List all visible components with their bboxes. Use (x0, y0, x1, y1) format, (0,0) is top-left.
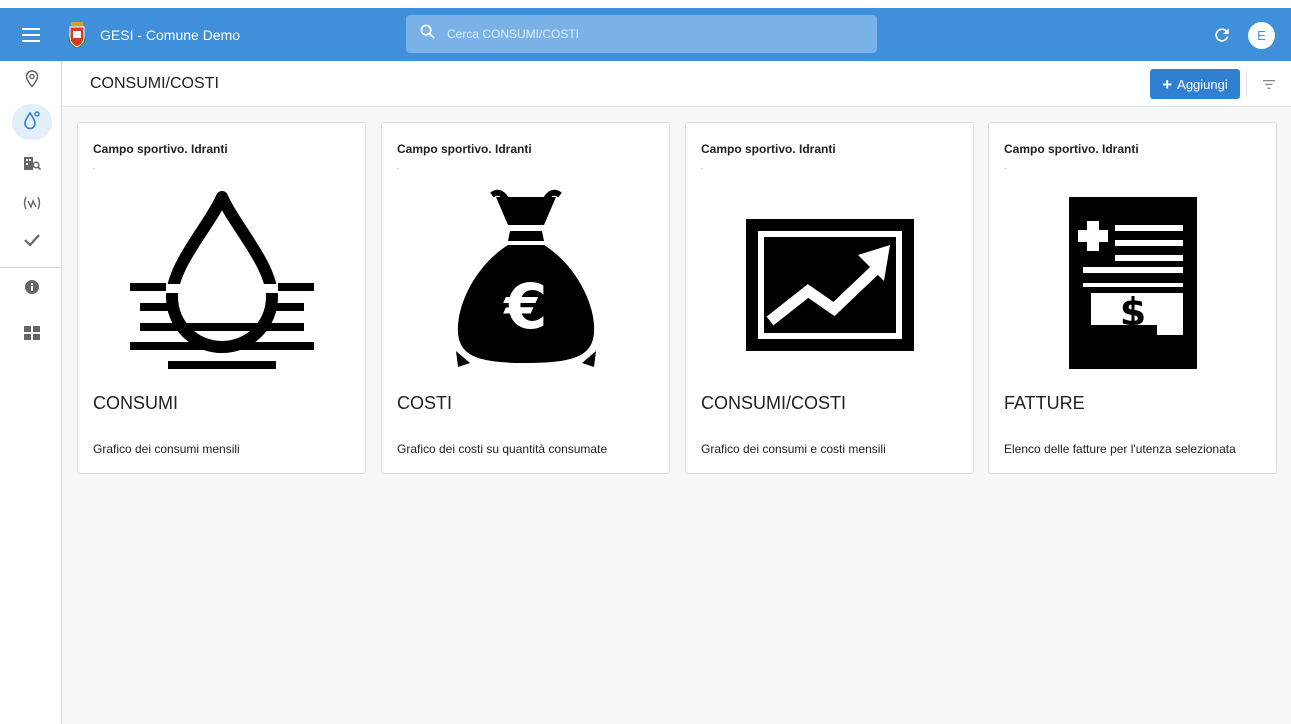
search-input[interactable] (447, 27, 847, 41)
card-consumi[interactable]: Campo sportivo. Idranti . CONSUMI Grafic… (77, 122, 366, 474)
water-drop-waves-icon (122, 185, 322, 385)
card-title: FATTURE (1004, 393, 1085, 413)
search-bar[interactable] (406, 15, 877, 53)
check-icon (24, 233, 40, 251)
rail-item-buildings[interactable] (12, 147, 52, 183)
rail-divider (0, 267, 62, 268)
rail-item-info[interactable] (12, 271, 52, 307)
rail-item-checks[interactable] (12, 224, 52, 260)
svg-text:€: € (502, 270, 547, 343)
card-costi[interactable]: Campo sportivo. Idranti . € COSTI Grafic… (381, 122, 670, 474)
card-title: CONSUMI/COSTI (701, 393, 847, 413)
rail-item-consumption[interactable] (12, 104, 52, 140)
add-button[interactable]: + Aggiungi (1150, 69, 1240, 99)
dashboard-grid-icon (24, 325, 40, 345)
card-description: Grafico dei consumi mensili (93, 442, 240, 456)
rail-item-dashboard[interactable] (12, 317, 52, 353)
card-subtitle: Campo sportivo. Idranti (397, 142, 532, 156)
municipality-crest-logo (66, 21, 88, 49)
filter-icon[interactable] (1258, 73, 1280, 95)
page-header: CONSUMI/COSTI + Aggiungi (62, 61, 1291, 107)
info-icon (24, 279, 40, 300)
card-title: CONSUMI (93, 393, 178, 413)
card-subtitle: Campo sportivo. Idranti (1004, 142, 1139, 156)
svg-text:$: $ (1120, 290, 1146, 334)
top-app-bar: GESI - Comune Demo E (0, 8, 1291, 61)
water-drop-icon (23, 110, 41, 135)
plus-icon: + (1162, 74, 1173, 94)
refresh-icon[interactable] (1208, 21, 1236, 49)
app-title: GESI - Comune Demo (100, 26, 241, 43)
page-title: CONSUMI/COSTI (90, 75, 219, 92)
search-icon (420, 24, 435, 44)
card-consumi-costi[interactable]: Campo sportivo. Idranti . CONSUMI/COSTI … (685, 122, 974, 474)
navigation-rail (0, 61, 62, 724)
card-placeholder-text: . (93, 161, 96, 171)
card-placeholder-text: . (1004, 161, 1007, 171)
rail-item-sensors[interactable] (12, 187, 52, 223)
card-placeholder-text: . (701, 161, 704, 171)
invoice-icon: $ (1033, 185, 1233, 385)
signal-sensor-icon (22, 196, 42, 215)
add-button-label: Aggiungi (1177, 76, 1228, 92)
trend-chart-icon (730, 185, 930, 385)
card-description: Elenco delle fatture per l'utenza selezi… (1004, 442, 1236, 456)
euro-money-bag-icon: € (426, 185, 626, 385)
menu-icon[interactable] (0, 8, 62, 61)
user-avatar[interactable]: E (1248, 22, 1275, 49)
card-description: Grafico dei consumi e costi mensili (701, 442, 886, 456)
rail-item-locations[interactable] (12, 63, 52, 99)
card-fatture[interactable]: Campo sportivo. Idranti . $ FATTURE Elen… (988, 122, 1277, 474)
card-description: Grafico dei costi su quantità consumate (397, 442, 608, 456)
location-pin-icon (25, 69, 39, 93)
card-placeholder-text: . (397, 161, 400, 171)
card-title: COSTI (397, 393, 453, 413)
card-subtitle: Campo sportivo. Idranti (701, 142, 836, 156)
card-subtitle: Campo sportivo. Idranti (93, 142, 228, 156)
building-search-icon (23, 155, 42, 176)
cards-area: Campo sportivo. Idranti . CONSUMI Grafic… (62, 108, 1291, 724)
header-divider (1246, 71, 1247, 97)
